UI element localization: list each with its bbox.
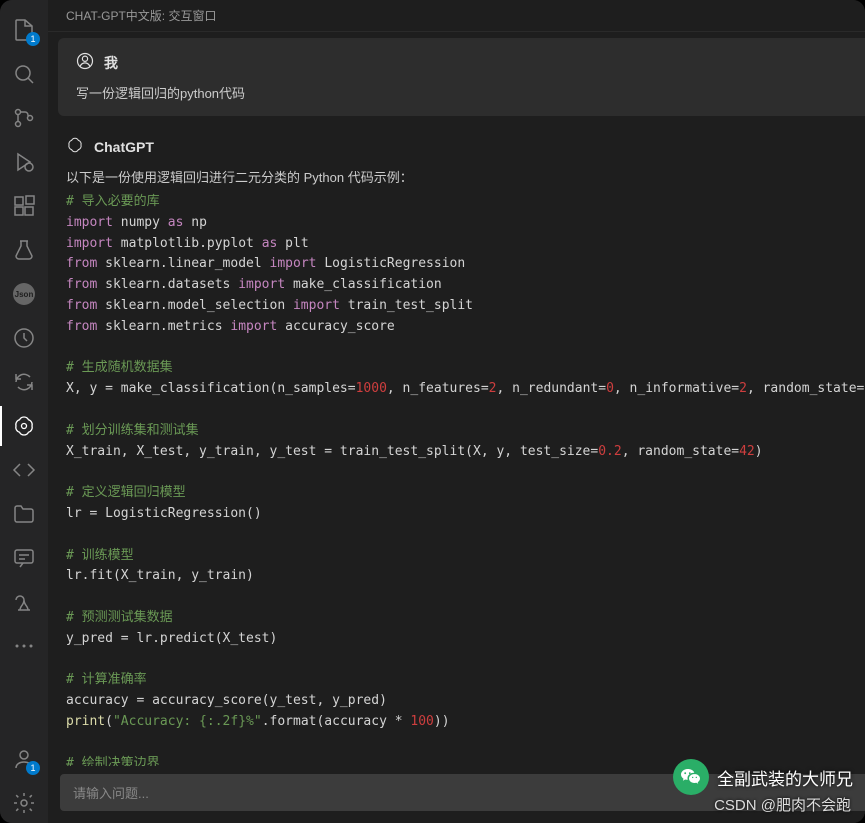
explorer-icon[interactable]: 1 xyxy=(0,10,48,50)
user-avatar-icon xyxy=(76,52,94,73)
settings-icon[interactable] xyxy=(0,783,48,823)
accounts-badge: 1 xyxy=(26,761,40,775)
explorer-badge: 1 xyxy=(26,32,40,46)
chatgpt-icon[interactable] xyxy=(0,406,48,446)
folder-icon[interactable] xyxy=(0,494,48,534)
chat-body[interactable]: 我 写一份逻辑回归的python代码 ChatGPT 以下是一份使用逻辑回归进行… xyxy=(48,32,865,766)
bot-intro: 以下是一份使用逻辑回归进行二元分类的 Python 代码示例： xyxy=(66,167,865,186)
main-panel: CHAT-GPT中文版: 交互窗口 我 写一份逻辑回归的python代码 Cha… xyxy=(48,0,865,823)
activity-bar: 1 Json xyxy=(0,0,48,823)
json-icon[interactable]: Json xyxy=(0,274,48,314)
more-icon[interactable] xyxy=(0,626,48,666)
accounts-icon[interactable]: 1 xyxy=(0,739,48,779)
timeline-icon[interactable] xyxy=(0,318,48,358)
wechat-icon xyxy=(673,759,709,795)
bot-name: ChatGPT xyxy=(94,139,154,155)
sync-icon[interactable] xyxy=(0,362,48,402)
user-message: 我 写一份逻辑回归的python代码 xyxy=(58,38,865,116)
source-control-icon[interactable] xyxy=(0,98,48,138)
extensions-icon[interactable] xyxy=(0,186,48,226)
title-bar: CHAT-GPT中文版: 交互窗口 xyxy=(48,0,865,32)
code-icon[interactable] xyxy=(0,450,48,490)
bot-avatar-icon xyxy=(66,136,84,157)
user-name: 我 xyxy=(104,53,118,73)
watermark: 全副武装的大师兄 xyxy=(673,759,853,795)
bot-message: ChatGPT 以下是一份使用逻辑回归进行二元分类的 Python 代码示例： … xyxy=(48,122,865,766)
watermark-text: 全副武装的大师兄 xyxy=(717,765,853,790)
code-block: # 导入必要的库 import numpy as np import matpl… xyxy=(66,192,865,766)
comment-icon[interactable] xyxy=(0,538,48,578)
debug-icon[interactable] xyxy=(0,142,48,182)
watermark-csdn: CSDN @肥肉不会跑 xyxy=(714,794,851,815)
genie-icon[interactable] xyxy=(0,582,48,622)
panel-title: CHAT-GPT中文版: 交互窗口 xyxy=(66,7,216,24)
search-icon[interactable] xyxy=(0,54,48,94)
user-text: 写一份逻辑回归的python代码 xyxy=(76,83,865,102)
test-icon[interactable] xyxy=(0,230,48,270)
